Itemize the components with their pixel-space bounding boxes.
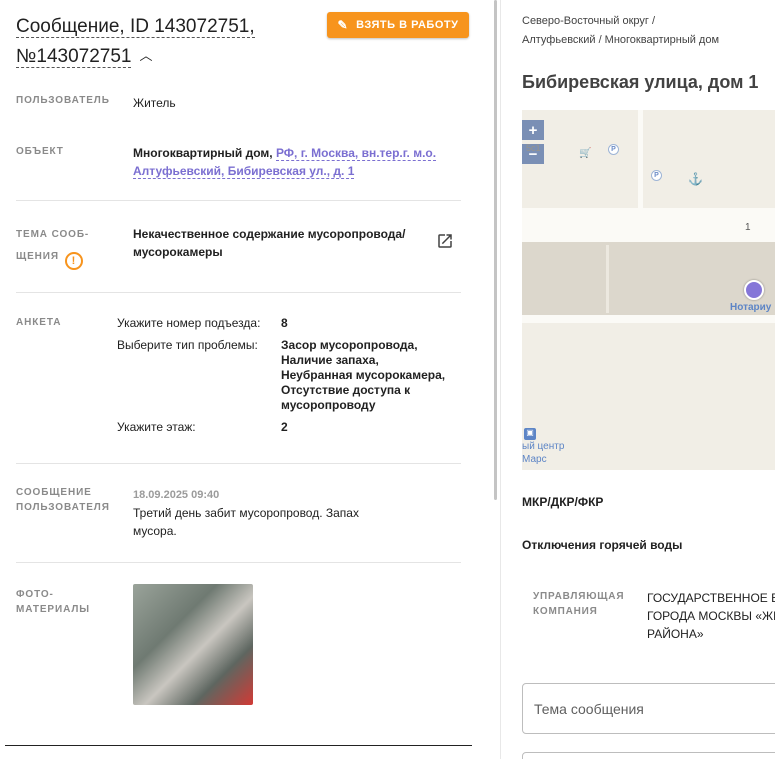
- map-label: Нотариу: [730, 302, 772, 313]
- breadcrumb-line1[interactable]: Северо-Восточный округ /: [522, 12, 772, 31]
- chevron-up-icon[interactable]: ︿: [139, 41, 152, 70]
- management-company-line3: РАЙОНА»: [647, 627, 704, 641]
- map-road: [606, 245, 609, 313]
- warning-icon[interactable]: !: [64, 252, 83, 270]
- topic-label: ТЕМА СООБ- ЩЕНИЯ!: [16, 224, 116, 270]
- message-date: 18.09.2025 09:40: [133, 489, 220, 501]
- title-text[interactable]: Сообщение, ID 143072751, №143072751: [16, 16, 255, 68]
- topic-row: ТЕМА СООБ- ЩЕНИЯ! Некачественное содержа…: [16, 224, 461, 270]
- page-title: Сообщение, ID 143072751, №143072751 ︿: [16, 12, 316, 71]
- survey-answer: 8: [281, 316, 288, 330]
- user-message: 18.09.2025 09:40 Третий день забит мусор…: [133, 486, 383, 540]
- object-type: Многоквартирный дом,: [133, 146, 273, 160]
- survey-answer: 2: [281, 420, 288, 434]
- map-road: [638, 110, 643, 210]
- photo-thumbnail[interactable]: [133, 584, 253, 705]
- topic-label-line2: ЩЕНИЯ: [16, 251, 59, 262]
- topic-value: Некачественное содержание мусоропровода/…: [133, 227, 406, 259]
- map[interactable]: + − 5с1 P P 🛒 ⚓ 1 Нотариу ▣ ый центр Мар…: [522, 110, 775, 470]
- user-message-row: СООБЩЕНИЕ ПОЛЬЗОВАТЕЛЯ 18.09.2025 09:40 …: [16, 485, 461, 545]
- management-company-value: ГОСУДАРСТВЕННОЕ Б ГОРОДА МОСКВЫ «ЖИ РАЙО…: [647, 589, 775, 643]
- parking-icon[interactable]: P: [608, 144, 619, 155]
- map-label: ый центр: [522, 441, 565, 452]
- message-text: Третий день забит мусоропровод. Запах му…: [133, 506, 359, 538]
- object-address-title: Бибиревская улица, дом 1: [522, 72, 759, 92]
- map-road: [522, 208, 775, 242]
- take-to-work-label: ВЗЯТЬ В РАБОТУ: [356, 19, 459, 31]
- cart-icon[interactable]: 🛒: [579, 148, 591, 159]
- mkr-label[interactable]: МКР/ДКР/ФКР: [522, 495, 603, 509]
- breadcrumb: Северо-Восточный округ / Алтуфьевский / …: [522, 12, 772, 50]
- open-external-icon[interactable]: [436, 232, 454, 250]
- map-road: [522, 315, 775, 323]
- map-label: 5с1: [526, 143, 541, 153]
- topic-label-line1: ТЕМА СООБ-: [16, 229, 90, 240]
- user-row: ПОЛЬЗОВАТЕЛЬ Житель: [16, 93, 461, 113]
- user-label: ПОЛЬЗОВАТЕЛЬ: [16, 95, 110, 106]
- message-panel: Сообщение, ID 143072751, №143072751 ︿ ✎ В…: [0, 0, 500, 759]
- take-to-work-button[interactable]: ✎ ВЗЯТЬ В РАБОТУ: [327, 12, 469, 38]
- management-company-line1: ГОСУДАРСТВЕННОЕ Б: [647, 591, 775, 605]
- message-input[interactable]: [522, 752, 775, 759]
- survey-question: Укажите номер подъезда:: [117, 316, 261, 330]
- management-company-line2: ГОРОДА МОСКВЫ «ЖИ: [647, 609, 775, 623]
- photo-label: ФОТО-МАТЕРИАЛЫ: [16, 589, 90, 615]
- divider: [16, 562, 461, 563]
- user-value: Житель: [133, 96, 176, 110]
- hot-water-label[interactable]: Отключения горячей воды: [522, 538, 682, 552]
- bus-icon[interactable]: ▣: [524, 428, 536, 440]
- breadcrumb-line2[interactable]: Алтуфьевский / Многоквартирный дом: [522, 31, 772, 50]
- monument-icon[interactable]: ⚓: [688, 172, 703, 186]
- location-marker-icon[interactable]: [744, 280, 764, 300]
- divider: [16, 463, 461, 464]
- object-label: ОБЪЕКТ: [16, 146, 64, 157]
- survey-answer: Засор мусоропровода, Наличие запаха, Неу…: [281, 338, 446, 412]
- divider: [16, 292, 461, 293]
- zoom-in-button[interactable]: +: [522, 120, 544, 140]
- object-value: Многоквартирный дом, РФ, г. Москва, вн.т…: [133, 144, 443, 180]
- object-panel: Северо-Восточный округ / Алтуфьевский / …: [501, 0, 775, 759]
- divider: [5, 745, 472, 746]
- pencil-icon: ✎: [337, 18, 349, 32]
- survey-question: Укажите этаж:: [117, 420, 196, 434]
- user-message-label: СООБЩЕНИЕ ПОЛЬЗОВАТЕЛЯ: [16, 487, 110, 513]
- map-label: 1: [745, 222, 751, 233]
- survey-question: Выберите тип проблемы:: [117, 338, 258, 352]
- survey-label: АНКЕТА: [16, 317, 62, 328]
- management-company-label: УПРАВЛЯЮЩАЯ КОМПАНИЯ: [533, 591, 625, 617]
- divider: [16, 200, 461, 201]
- topic-input[interactable]: Тема сообщения: [522, 683, 775, 734]
- object-row: ОБЪЕКТ Многоквартирный дом, РФ, г. Москв…: [16, 144, 461, 184]
- scrollbar[interactable]: [494, 0, 497, 500]
- parking-icon[interactable]: P: [651, 170, 662, 181]
- map-label: Марс: [522, 454, 547, 465]
